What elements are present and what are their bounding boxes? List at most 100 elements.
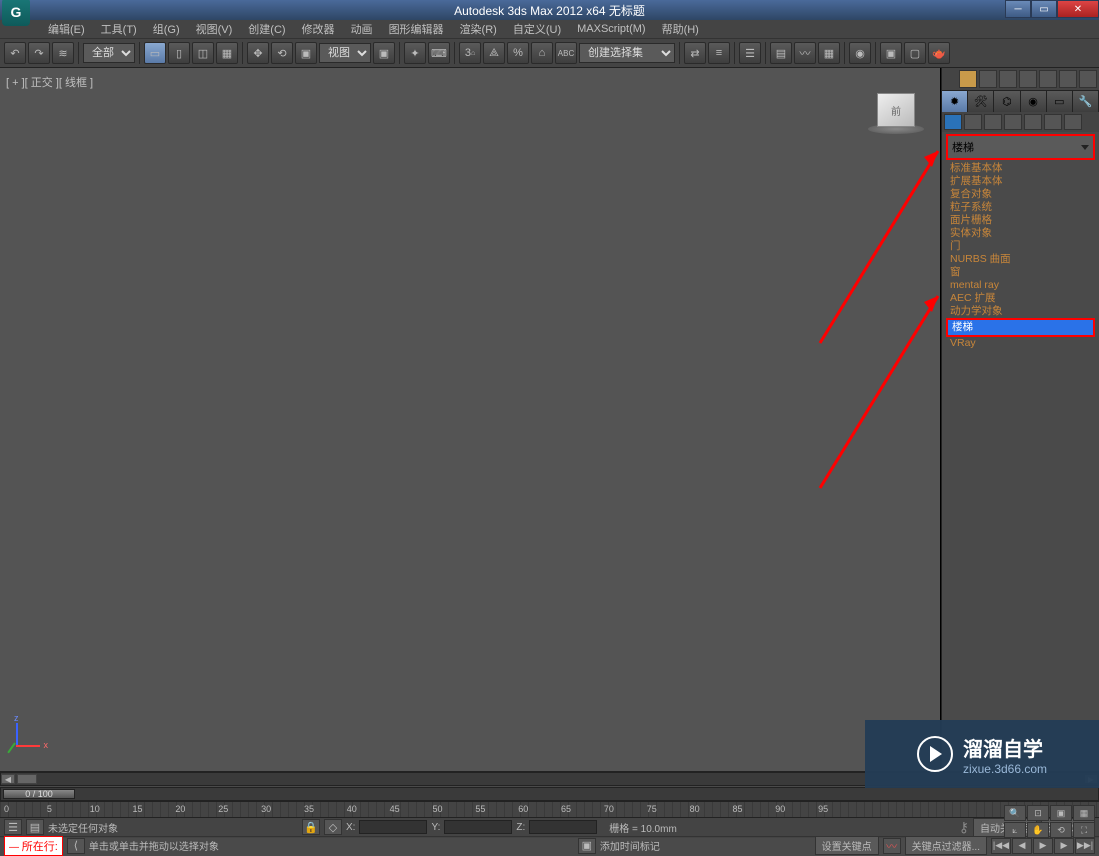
- category-list-item[interactable]: AEC 扩展: [948, 292, 1093, 305]
- shapes-subtab[interactable]: [964, 114, 982, 130]
- category-list-item[interactable]: 标准基本体: [948, 162, 1093, 175]
- category-list-item[interactable]: VRay: [948, 337, 1093, 350]
- menu-group[interactable]: 组(G): [145, 19, 188, 39]
- lights-subtab[interactable]: [984, 114, 1002, 130]
- cp-top-icon-7[interactable]: [1079, 70, 1097, 88]
- time-ruler[interactable]: 05101520253035404550556065707580859095: [0, 802, 1099, 818]
- menu-render[interactable]: 渲染(R): [452, 19, 505, 39]
- fov-button[interactable]: ⟀: [1004, 822, 1026, 838]
- curve-editor-button[interactable]: 〰: [794, 42, 816, 64]
- use-center-button[interactable]: ▣: [373, 42, 395, 64]
- cp-top-icon-2[interactable]: [979, 70, 997, 88]
- create-tab[interactable]: ✹: [942, 91, 968, 112]
- move-button[interactable]: ✥: [247, 42, 269, 64]
- category-list-item[interactable]: 动力学对象: [948, 305, 1093, 318]
- systems-subtab[interactable]: [1064, 114, 1082, 130]
- zoom-all-button[interactable]: ⊡: [1027, 805, 1049, 821]
- render-button[interactable]: 🫖: [928, 42, 950, 64]
- graphite-button[interactable]: ▤: [770, 42, 792, 64]
- menu-create[interactable]: 创建(C): [240, 19, 293, 39]
- category-list-item[interactable]: 扩展基本体: [948, 175, 1093, 188]
- link-button[interactable]: ≋: [52, 42, 74, 64]
- category-list-item[interactable]: 面片栅格: [948, 214, 1093, 227]
- align-button[interactable]: ≡: [708, 42, 730, 64]
- edit-named-sel-button[interactable]: ABC: [555, 42, 577, 64]
- menu-view[interactable]: 视图(V): [188, 19, 241, 39]
- category-list-item[interactable]: mental ray: [948, 279, 1093, 292]
- render-setup-button[interactable]: ▣: [880, 42, 902, 64]
- time-slider-knob[interactable]: 0 / 100: [3, 789, 75, 799]
- ref-coord-select[interactable]: 视图: [319, 43, 371, 63]
- scale-button[interactable]: ▣: [295, 42, 317, 64]
- menu-graph[interactable]: 图形编辑器: [381, 19, 452, 39]
- viewport-label[interactable]: [ + ][ 正交 ][ 线框 ]: [6, 74, 93, 90]
- window-crossing-button[interactable]: ▦: [216, 42, 238, 64]
- y-input[interactable]: [444, 820, 512, 834]
- menu-animation[interactable]: 动画: [343, 19, 381, 39]
- named-sel-select[interactable]: 创建选择集: [579, 43, 675, 63]
- spinner-snap-button[interactable]: ⌂: [531, 42, 553, 64]
- pan-button[interactable]: ✋: [1027, 822, 1049, 838]
- menu-modifier[interactable]: 修改器: [294, 19, 343, 39]
- material-editor-button[interactable]: ◉: [849, 42, 871, 64]
- percent-snap-button[interactable]: %: [507, 42, 529, 64]
- utilities-tab[interactable]: 🔧: [1073, 91, 1099, 112]
- category-list-item[interactable]: 窗: [948, 266, 1093, 279]
- layer-manager-button[interactable]: ☰: [739, 42, 761, 64]
- redo-button[interactable]: ↷: [28, 42, 50, 64]
- cp-top-icon-6[interactable]: [1059, 70, 1077, 88]
- close-button[interactable]: ✕: [1057, 0, 1099, 18]
- viewcube[interactable]: 前: [866, 93, 926, 143]
- z-input[interactable]: [529, 820, 597, 834]
- time-slider[interactable]: 0 / 100: [0, 787, 1099, 801]
- cp-top-icon-4[interactable]: [1019, 70, 1037, 88]
- modify-tab[interactable]: 🛠: [968, 91, 994, 112]
- undo-button[interactable]: ↶: [4, 42, 26, 64]
- category-list-item[interactable]: 门: [948, 240, 1093, 253]
- viewport[interactable]: [ + ][ 正交 ][ 线框 ] 前: [0, 68, 941, 771]
- lock-icon[interactable]: ☰: [4, 819, 22, 835]
- select-region-button[interactable]: ◫: [192, 42, 214, 64]
- zoom-button[interactable]: 🔍: [1004, 805, 1026, 821]
- select-object-button[interactable]: ▭: [144, 42, 166, 64]
- menu-tools[interactable]: 工具(T): [93, 19, 145, 39]
- add-time-tag[interactable]: 添加时间标记: [600, 838, 660, 853]
- set-key-button[interactable]: 设置关键点: [815, 836, 879, 855]
- cp-top-icon-5[interactable]: [1039, 70, 1057, 88]
- geometry-subtab[interactable]: [944, 114, 962, 130]
- keyboard-button[interactable]: ⌨: [428, 42, 450, 64]
- menu-maxscript[interactable]: MAXScript(M): [569, 21, 653, 37]
- key-filter-button[interactable]: 关键点过滤器...: [905, 836, 987, 855]
- category-dropdown[interactable]: 楼梯: [946, 134, 1095, 160]
- script-listener-icon[interactable]: ▤: [26, 819, 44, 835]
- cp-top-icon-1[interactable]: [959, 70, 977, 88]
- category-list-item[interactable]: 粒子系统: [948, 201, 1093, 214]
- app-icon[interactable]: G: [2, 0, 30, 26]
- spacewarps-subtab[interactable]: [1044, 114, 1062, 130]
- category-list-item[interactable]: NURBS 曲面: [948, 253, 1093, 266]
- lock-selection-icon[interactable]: 🔒: [302, 819, 320, 835]
- display-tab[interactable]: ▭: [1047, 91, 1073, 112]
- zoom-extents-button[interactable]: ▣: [1050, 805, 1072, 821]
- rotate-button[interactable]: ⟲: [271, 42, 293, 64]
- x-input[interactable]: [359, 820, 427, 834]
- menu-custom[interactable]: 自定义(U): [505, 19, 569, 39]
- menu-edit[interactable]: 编辑(E): [40, 19, 93, 39]
- orbit-button[interactable]: ⟲: [1050, 822, 1072, 838]
- helpers-subtab[interactable]: [1024, 114, 1042, 130]
- cp-top-icon-3[interactable]: [999, 70, 1017, 88]
- selection-filter-select[interactable]: 全部: [83, 43, 135, 63]
- category-list-item[interactable]: 楼梯: [946, 318, 1095, 337]
- isolate-icon[interactable]: ◇: [324, 819, 342, 835]
- hierarchy-tab[interactable]: ⌬: [994, 91, 1020, 112]
- manipulate-button[interactable]: ✦: [404, 42, 426, 64]
- snap-toggle-button[interactable]: 3⌂: [459, 42, 481, 64]
- schematic-button[interactable]: ▦: [818, 42, 840, 64]
- maximize-viewport-button[interactable]: ⛶: [1073, 822, 1095, 838]
- category-list-item[interactable]: 复合对象: [948, 188, 1093, 201]
- select-name-button[interactable]: ▯: [168, 42, 190, 64]
- motion-tab[interactable]: ◉: [1021, 91, 1047, 112]
- zoom-extents-all-button[interactable]: ▦: [1073, 805, 1095, 821]
- menu-help[interactable]: 帮助(H): [654, 19, 707, 39]
- minimize-button[interactable]: ─: [1005, 0, 1031, 18]
